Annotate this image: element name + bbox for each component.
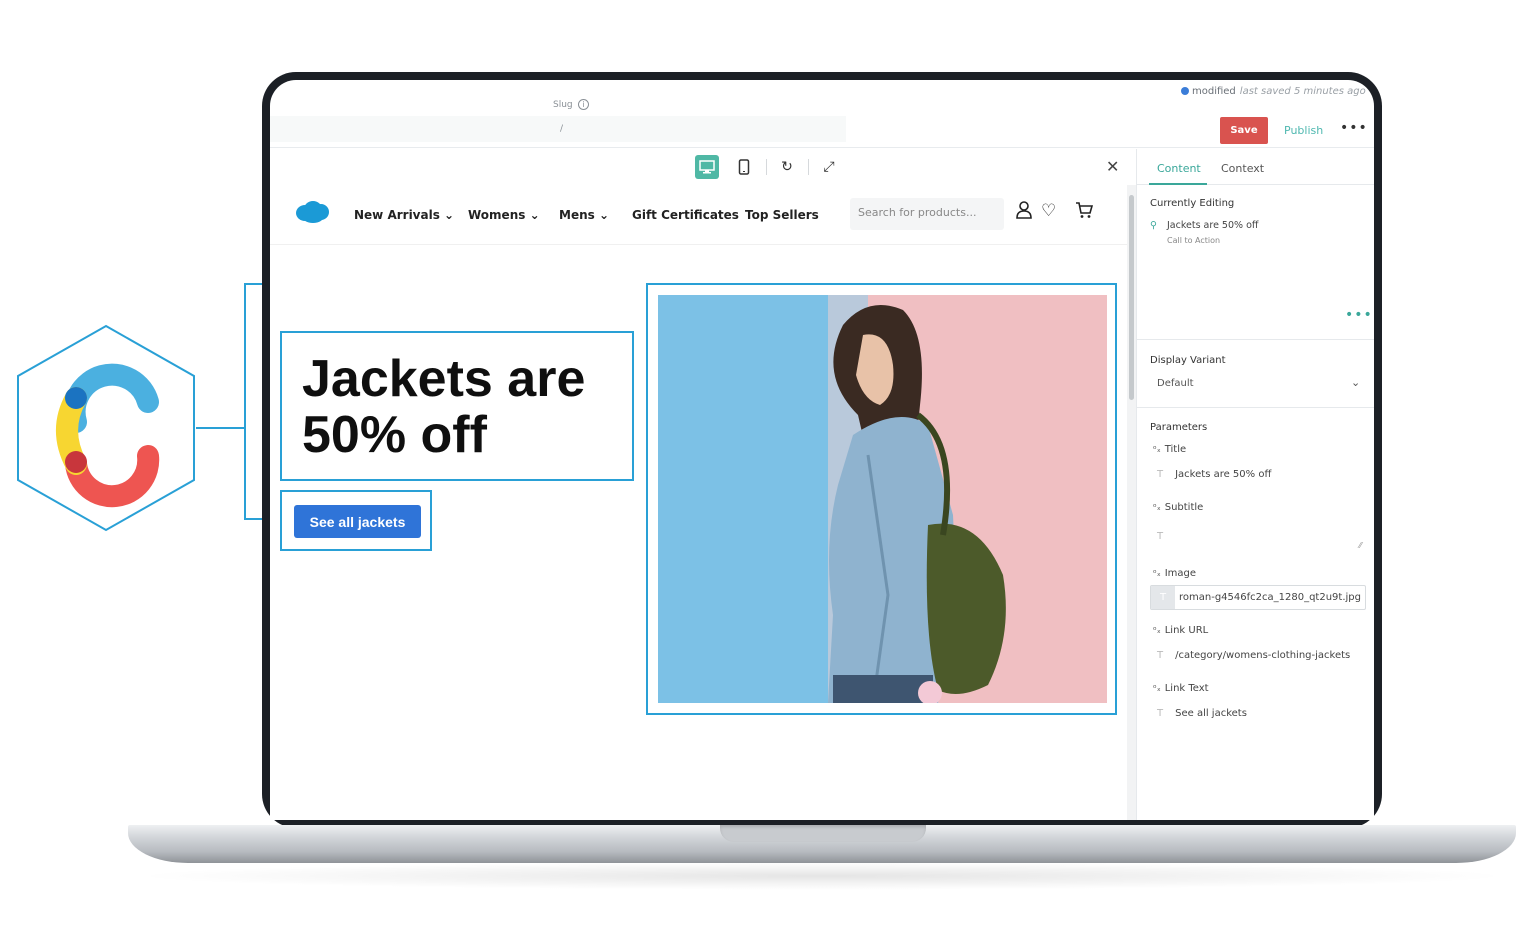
connector-line [244,283,246,520]
display-variant-title: Display Variant [1150,355,1226,366]
save-button[interactable]: Save [1220,117,1268,144]
search-input[interactable]: Search for products... [850,198,1004,230]
status-dot-icon [1181,87,1189,95]
mobile-icon[interactable] [732,155,756,179]
separator [808,159,809,175]
nav-womens[interactable]: Womens ⌄ [468,208,540,222]
active-tab-indicator [1149,183,1207,185]
nav-gift-certificates[interactable]: Gift Certificates [632,208,739,222]
tab-content[interactable]: Content [1157,162,1201,175]
param-image-input[interactable]: T roman-g4546fc2ca_1280_qt2u9t.jpg [1150,585,1366,610]
salesforce-cloud-logo[interactable] [294,199,330,225]
cart-icon[interactable] [1075,201,1094,224]
separator [766,159,767,175]
tab-context[interactable]: Context [1221,162,1264,175]
nav-top-sellers[interactable]: Top Sellers [745,208,819,222]
currently-editing-item[interactable]: Jackets are 50% off [1167,220,1258,231]
display-variant-select[interactable]: Default [1157,378,1194,389]
refresh-icon[interactable]: ↻ [775,155,799,179]
parameter-icon: ᵒₓ [1153,684,1161,694]
hero-image [658,295,1107,703]
parameter-icon: ᵒₓ [1153,569,1161,579]
editor-topbar: Slug i / modified last saved 5 minutes ag… [270,80,1374,148]
nav-new-arrivals[interactable]: New Arrivals ⌄ [354,208,454,222]
chevron-down-icon[interactable]: ⌄ [1351,376,1360,389]
status-text: modified [1192,86,1236,97]
param-title-label: ᵒₓ Title [1153,444,1187,455]
slug-input[interactable] [270,116,846,142]
param-link-text-label: ᵒₓ Link Text [1153,683,1209,694]
connector-line [196,427,246,429]
more-horizontal-icon[interactable]: ••• [1340,120,1368,136]
screen: Slug i / modified last saved 5 minutes ag… [270,80,1374,820]
preview-toolbar: ↻ ⤢ ✕ [270,149,1136,185]
desktop-icon[interactable] [695,155,719,179]
laptop-notch [720,825,926,842]
heart-icon[interactable]: ♡ [1041,201,1056,221]
parameter-icon: ᵒₓ [1153,445,1161,455]
slug-label: Slug [553,100,573,110]
currently-editing-type: Call to Action [1167,236,1221,245]
param-link-text-value[interactable]: T See all jackets [1157,708,1247,719]
cta-image-block[interactable] [646,283,1117,715]
chevron-down-icon: ⌄ [444,208,455,222]
content-panel: Content Context Currently Editing ⚲ Jack… [1136,149,1374,820]
publish-button[interactable]: Publish [1278,117,1326,144]
slug-value: / [560,124,564,134]
expand-icon[interactable]: ⤢ [817,155,841,179]
panel-tabs: Content Context [1137,149,1374,185]
cta-heading-block[interactable]: Jackets are 50% off [280,331,634,481]
more-horizontal-icon[interactable]: ••• [1345,307,1373,323]
parameter-icon: ᵒₓ [1153,626,1161,636]
location-pin-icon: ⚲ [1150,220,1157,231]
info-icon[interactable]: i [578,99,589,110]
see-all-jackets-button[interactable]: See all jackets [294,505,421,538]
chevron-down-icon: ⌄ [529,208,540,222]
cta-heading: Jackets are 50% off [302,350,586,464]
contentful-logo [17,324,195,532]
parameter-icon: ᵒₓ [1153,503,1161,513]
nav-mens[interactable]: Mens ⌄ [559,208,609,222]
cta-button-block[interactable]: See all jackets [280,490,432,551]
image-filename: roman-g4546fc2ca_1280_qt2u9t.jpg [1179,592,1361,603]
resize-handle-icon[interactable]: ⁄⁄ [1359,541,1362,550]
divider [1137,407,1374,408]
parameters-title: Parameters [1150,422,1208,433]
param-image-label: ᵒₓ Image [1153,568,1197,579]
save-status: modified last saved 5 minutes ago [1181,86,1366,97]
divider [1137,339,1374,340]
param-subtitle-label: ᵒₓ Subtitle [1153,502,1204,513]
param-link-url-value[interactable]: T/category/womens-clothing-jackets [1157,650,1350,661]
site-header: New Arrivals ⌄ Womens ⌄ Mens ⌄ Gift Cert… [270,185,1136,245]
last-saved-text: last saved 5 minutes ago [1239,86,1366,97]
close-icon[interactable]: ✕ [1106,157,1119,176]
currently-editing-title: Currently Editing [1150,198,1235,209]
text-type-icon: T [1151,586,1175,609]
chevron-down-icon: ⌄ [598,208,610,222]
account-icon[interactable] [1016,201,1032,224]
param-subtitle-value[interactable]: T [1157,531,1175,542]
param-link-url-label: ᵒₓ Link URL [1153,625,1209,636]
preview-scroll-thumb[interactable] [1129,195,1134,400]
param-title-value[interactable]: T Jackets are 50% off [1157,469,1271,480]
laptop-shadow [130,862,1514,890]
